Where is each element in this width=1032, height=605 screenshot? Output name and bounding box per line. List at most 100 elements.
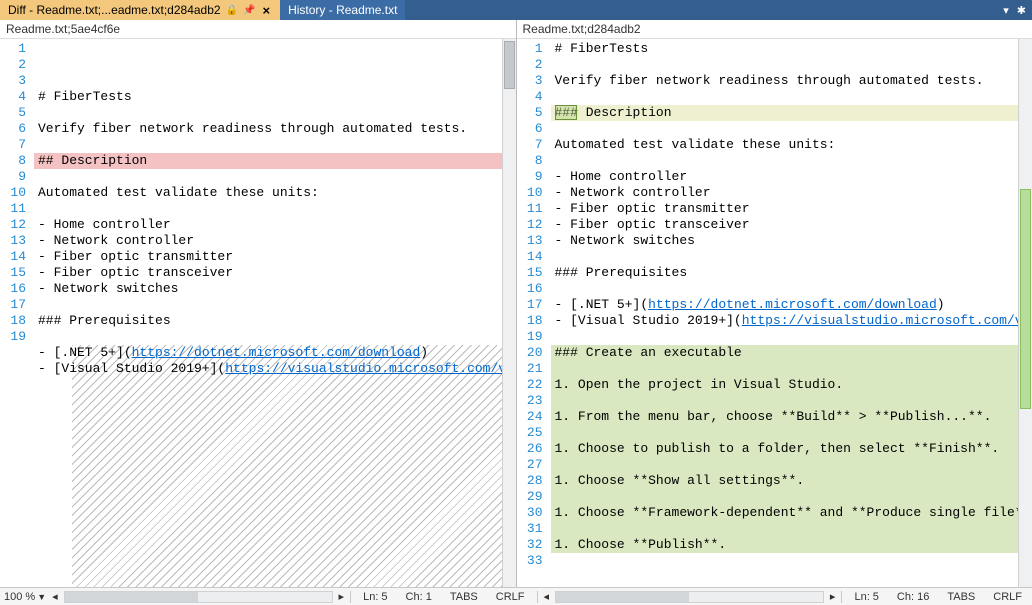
code-line[interactable]: ### Prerequisites <box>34 313 516 329</box>
code-line[interactable]: - Network switches <box>551 233 1032 249</box>
code-line[interactable] <box>551 489 1032 505</box>
code-line[interactable] <box>34 137 516 153</box>
code-line[interactable]: - Fiber optic transceiver <box>34 265 516 281</box>
code-line[interactable]: 1. Choose **Publish**. <box>551 537 1032 553</box>
scroll-left-icon[interactable]: ◂ <box>544 590 550 603</box>
settings-icon[interactable]: ✱ <box>1017 4 1026 17</box>
code-line[interactable]: - Fiber optic transmitter <box>551 201 1032 217</box>
code-line[interactable] <box>551 329 1032 345</box>
code-line[interactable] <box>34 105 516 121</box>
tabs-field-right[interactable]: TABS <box>941 591 981 603</box>
code-line[interactable]: - Fiber optic transceiver <box>551 217 1032 233</box>
code-line[interactable]: ## Description <box>34 153 516 169</box>
code-line[interactable]: - [.NET 5+](https://dotnet.microsoft.com… <box>34 345 516 361</box>
scroll-thumb[interactable] <box>1020 189 1031 409</box>
code-line[interactable] <box>34 329 516 345</box>
code-line[interactable] <box>551 361 1032 377</box>
code-line[interactable]: - Network controller <box>34 233 516 249</box>
chevron-down-icon[interactable]: ▼ <box>37 592 46 602</box>
line-number: 11 <box>517 201 543 217</box>
hyperlink[interactable]: https://dotnet.microsoft.com/download <box>132 345 421 360</box>
scroll-left-icon[interactable]: ◂ <box>52 590 58 603</box>
right-scrollbar[interactable] <box>1018 39 1032 587</box>
close-icon[interactable]: × <box>260 3 272 18</box>
code-line[interactable] <box>551 249 1032 265</box>
ch-field-right[interactable]: Ch: 16 <box>891 591 935 603</box>
code-line[interactable] <box>551 457 1032 473</box>
line-number: 27 <box>517 457 543 473</box>
tabs-field[interactable]: TABS <box>444 591 484 603</box>
code-line[interactable] <box>551 393 1032 409</box>
code-line[interactable] <box>34 169 516 185</box>
code-line[interactable] <box>34 377 516 393</box>
code-line[interactable]: # FiberTests <box>34 89 516 105</box>
crlf-field[interactable]: CRLF <box>490 591 531 603</box>
ln-field[interactable]: Ln: 5 <box>357 591 393 603</box>
line-number: 2 <box>0 57 26 73</box>
h-scrollbar-right[interactable] <box>555 591 824 603</box>
status-bar: 100 % ▼ ◂ ▸ Ln: 5 Ch: 1 TABS CRLF ◂ ▸ Ln… <box>0 587 1032 605</box>
pin-icon[interactable]: 📌 <box>243 5 255 16</box>
zoom-control[interactable]: 100 % ▼ <box>4 591 46 603</box>
line-number: 17 <box>517 297 543 313</box>
scroll-thumb[interactable] <box>504 41 515 89</box>
code-line[interactable]: ### Create an executable <box>551 345 1032 361</box>
code-line[interactable] <box>551 281 1032 297</box>
tab-diff[interactable]: Diff - Readme.txt;...eadme.txt;d284adb2 … <box>0 0 280 20</box>
code-line[interactable]: - [Visual Studio 2019+](https://visualst… <box>551 313 1032 329</box>
code-line[interactable]: - [Visual Studio 2019+](https://visualst… <box>34 361 516 377</box>
code-line[interactable] <box>34 201 516 217</box>
hyperlink[interactable]: https://dotnet.microsoft.com/download <box>648 297 937 312</box>
right-gutter: 1234567891011121314151617181920212223242… <box>517 39 551 587</box>
code-line[interactable] <box>34 297 516 313</box>
ch-field[interactable]: Ch: 1 <box>400 591 438 603</box>
right-editor[interactable]: 1234567891011121314151617181920212223242… <box>517 39 1032 587</box>
scroll-thumb[interactable] <box>556 592 689 602</box>
code-line[interactable]: ### Prerequisites <box>551 265 1032 281</box>
ln-field-right[interactable]: Ln: 5 <box>848 591 884 603</box>
left-scrollbar[interactable] <box>502 39 516 587</box>
code-line[interactable]: 1. Choose **Show all settings**. <box>551 473 1032 489</box>
scroll-thumb[interactable] <box>65 592 198 602</box>
line-number: 8 <box>517 153 543 169</box>
code-line[interactable]: - Fiber optic transmitter <box>34 249 516 265</box>
window-menu-icon[interactable]: ▾ <box>1003 4 1009 17</box>
code-line[interactable] <box>551 521 1032 537</box>
code-line[interactable]: 1. Open the project in Visual Studio. <box>551 377 1032 393</box>
code-line[interactable]: - Network controller <box>551 185 1032 201</box>
hyperlink[interactable]: https://visualstudio.microsoft.com/vs/ <box>742 313 1032 328</box>
line-number: 4 <box>0 89 26 105</box>
code-line[interactable]: - Network switches <box>34 281 516 297</box>
code-line[interactable]: - Home controller <box>34 217 516 233</box>
code-line[interactable] <box>551 121 1032 137</box>
code-line[interactable]: - Home controller <box>551 169 1032 185</box>
code-line[interactable]: Automated test validate these units: <box>551 137 1032 153</box>
code-line[interactable]: ### Description <box>551 105 1032 121</box>
code-line[interactable]: 1. Choose to publish to a folder, then s… <box>551 441 1032 457</box>
tab-bar: Diff - Readme.txt;...eadme.txt;d284adb2 … <box>0 0 1032 20</box>
left-editor[interactable]: 12345678910111213141516171819 # FiberTes… <box>0 39 516 587</box>
h-scrollbar-left[interactable] <box>64 591 333 603</box>
code-line[interactable] <box>551 553 1032 569</box>
line-number: 3 <box>517 73 543 89</box>
scroll-right-icon[interactable]: ▸ <box>339 590 345 603</box>
code-line[interactable]: Automated test validate these units: <box>34 185 516 201</box>
code-line[interactable]: Verify fiber network readiness through a… <box>34 121 516 137</box>
hyperlink[interactable]: https://visualstudio.microsoft.com/vs/ <box>225 361 515 376</box>
code-line[interactable]: 1. Choose **Framework-dependent** and **… <box>551 505 1032 521</box>
right-code[interactable]: # FiberTests Verify fiber network readine… <box>551 39 1032 587</box>
code-line[interactable] <box>551 153 1032 169</box>
line-number: 10 <box>517 185 543 201</box>
code-line[interactable]: # FiberTests <box>551 41 1032 57</box>
code-line[interactable]: Verify fiber network readiness through a… <box>551 73 1032 89</box>
crlf-field-right[interactable]: CRLF <box>987 591 1028 603</box>
scroll-right-icon[interactable]: ▸ <box>830 590 836 603</box>
code-line[interactable] <box>551 425 1032 441</box>
code-line[interactable] <box>551 89 1032 105</box>
tab-history[interactable]: History - Readme.txt <box>280 0 405 20</box>
code-line[interactable]: - [.NET 5+](https://dotnet.microsoft.com… <box>551 297 1032 313</box>
code-line[interactable]: 1. From the menu bar, choose **Build** >… <box>551 409 1032 425</box>
code-line[interactable] <box>551 57 1032 73</box>
left-code[interactable]: # FiberTests Verify fiber network readine… <box>34 39 516 587</box>
line-number: 9 <box>0 169 26 185</box>
